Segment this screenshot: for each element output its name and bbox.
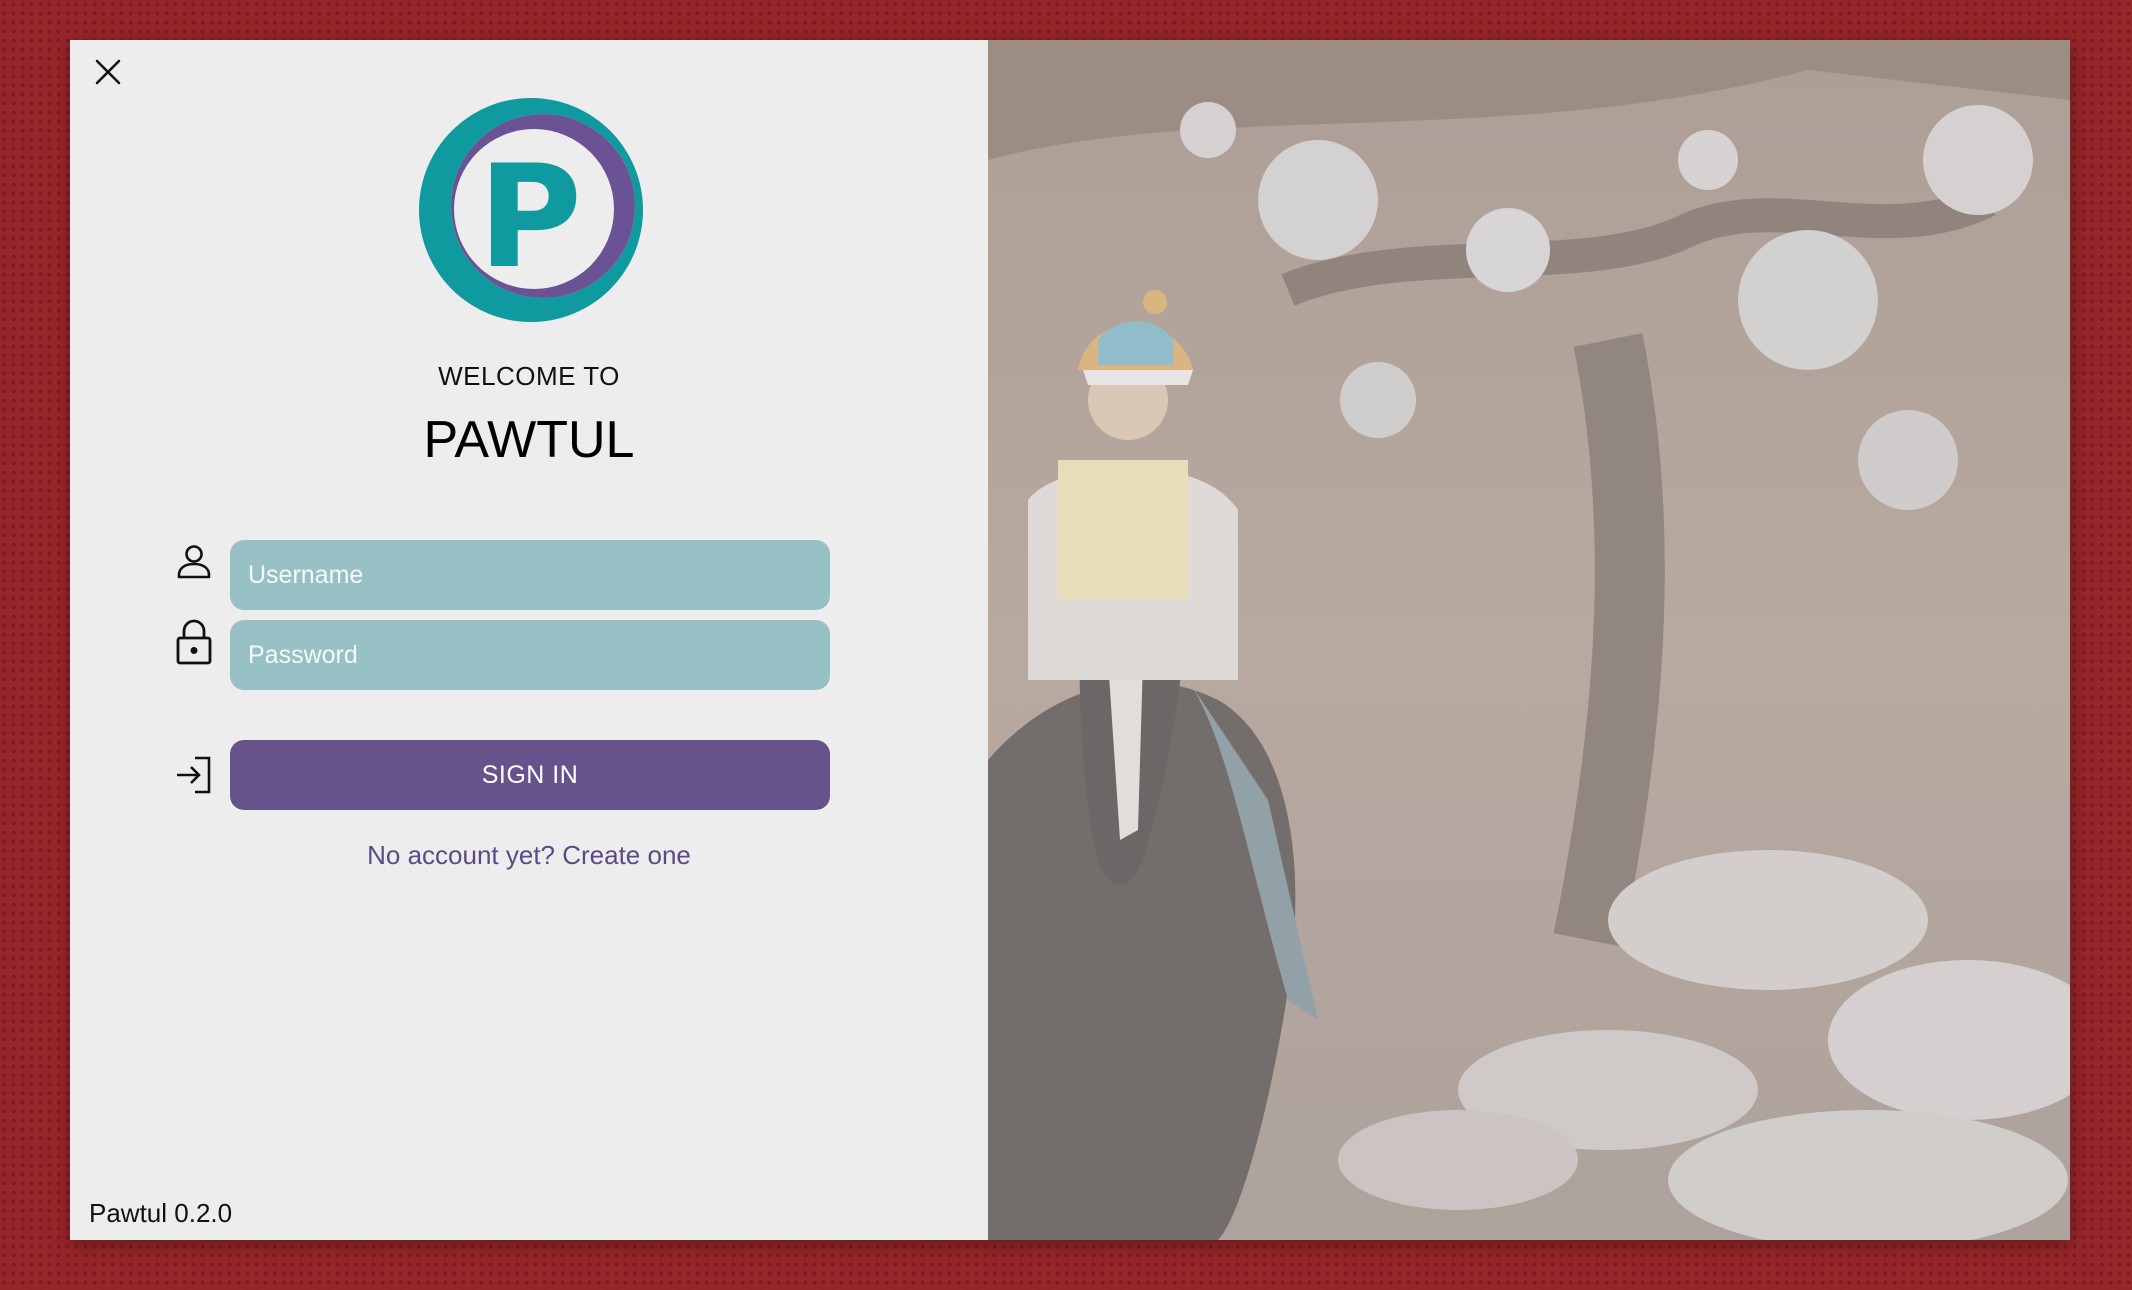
login-window: P WELCOME TO PAWTUL Username SIGN IN No … — [70, 40, 2070, 1240]
password-input[interactable] — [230, 620, 830, 690]
user-icon — [172, 540, 216, 584]
app-title: PAWTUL — [423, 411, 635, 469]
sign-in-icon — [172, 753, 216, 797]
sign-in-button[interactable]: SIGN IN — [230, 740, 830, 810]
create-account-link[interactable]: No account yet? Create one — [70, 840, 988, 871]
login-panel: P WELCOME TO PAWTUL Username SIGN IN No … — [70, 40, 988, 1240]
welcome-text: WELCOME TO — [438, 361, 620, 391]
version-label: Pawtul 0.2.0 — [89, 1198, 233, 1228]
app-logo: P — [417, 96, 645, 324]
lock-icon — [172, 619, 216, 665]
hero-image — [988, 40, 2070, 1240]
close-icon[interactable] — [94, 58, 122, 91]
close-button[interactable] — [90, 56, 126, 92]
username-input[interactable] — [230, 540, 830, 610]
logo-letter: P — [478, 135, 582, 300]
